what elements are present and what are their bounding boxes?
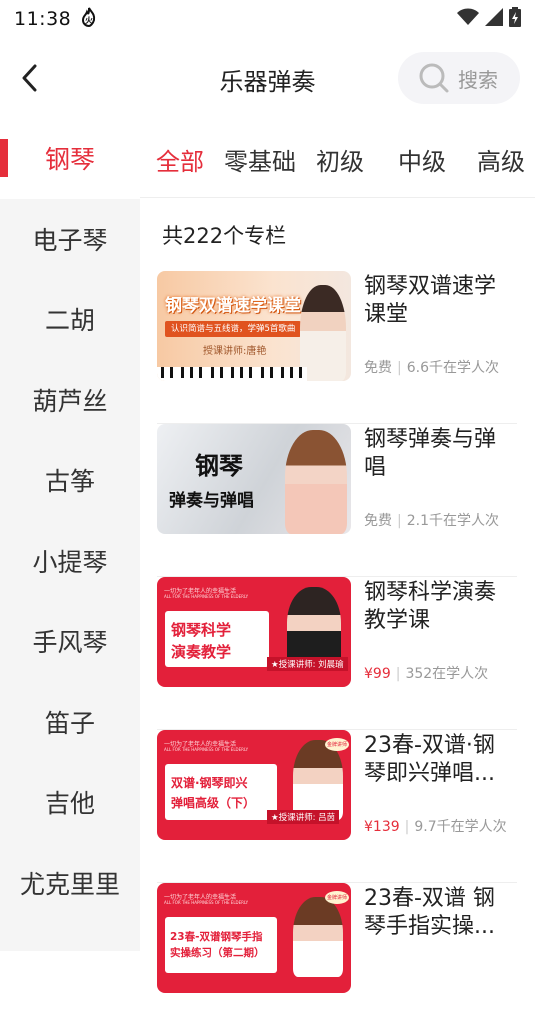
sidebar-item-label: 葫芦丝 bbox=[32, 386, 108, 416]
course-card[interactable]: 一切为了老年人的幸福生活 ALL FOR THE HAPPINESS OF TH… bbox=[157, 577, 517, 730]
tab-elementary[interactable]: 初级 bbox=[316, 142, 364, 177]
course-meta: ¥99 | 352在学人次 bbox=[364, 666, 489, 682]
teacher-photo bbox=[287, 587, 341, 667]
course-title: 钢琴弹奏与弹唱 bbox=[364, 427, 497, 480]
piano-keys-graphic bbox=[157, 367, 307, 381]
tab-intermediate[interactable]: 中级 bbox=[398, 142, 446, 177]
course-thumbnail: 一切为了老年人的幸福生活 ALL FOR THE HAPPINESS OF TH… bbox=[157, 883, 351, 993]
course-meta: ¥139 | 9.7千在学人次 bbox=[364, 819, 507, 835]
sidebar-item-label: 二胡 bbox=[44, 306, 95, 336]
teacher-photo bbox=[285, 430, 347, 534]
course-card[interactable]: 一切为了老年人的幸福生活 ALL FOR THE HAPPINESS OF TH… bbox=[157, 730, 517, 883]
sidebar-item-dizi[interactable]: 笛子 bbox=[0, 682, 140, 763]
thumb-teacher: ★授课讲师: 吕茵 bbox=[267, 810, 340, 824]
thumb-line1: 双谱·钢琴即兴 bbox=[171, 776, 248, 790]
course-title: 钢琴双谱速学课堂 bbox=[364, 274, 497, 327]
tab-all[interactable]: 全部 bbox=[156, 142, 204, 177]
sidebar-item-guitar[interactable]: 吉他 bbox=[0, 762, 140, 843]
thumb-line2: 弹奏与弹唱 bbox=[169, 491, 254, 511]
flame-icon: 火 bbox=[79, 7, 99, 32]
thumb-line2: 演奏教学 bbox=[171, 643, 232, 661]
course-title: 钢琴科学演奏教学课 bbox=[364, 580, 497, 633]
course-learners: 352在学人次 bbox=[405, 666, 489, 682]
search-button[interactable]: 搜索 bbox=[398, 52, 520, 104]
svg-text:火: 火 bbox=[85, 16, 94, 25]
sidebar-item-label: 古筝 bbox=[44, 467, 95, 497]
gold-teacher-badge: 金牌讲师 bbox=[325, 738, 350, 751]
category-sidebar: 钢琴 电子琴 二胡 葫芦丝 古筝 小提琴 手风琴 笛子 吉他 尤克里里 bbox=[0, 118, 140, 951]
course-meta: 免费 | 6.6千在学人次 bbox=[364, 360, 499, 376]
thumb-line1: 钢琴 bbox=[195, 452, 243, 480]
sidebar-item-label: 电子琴 bbox=[32, 225, 108, 255]
course-price: 免费 bbox=[364, 513, 392, 529]
course-title: 23春-双谱 钢琴手指实操... bbox=[364, 886, 495, 939]
thumb-teacher: ★授课讲师: 刘晨瑜 bbox=[267, 657, 348, 671]
course-card[interactable]: 一切为了老年人的幸福生活 ALL FOR THE HAPPINESS OF TH… bbox=[157, 883, 517, 1036]
course-price: ¥139 bbox=[364, 819, 400, 835]
sidebar-item-label: 尤克里里 bbox=[19, 869, 120, 899]
clock: 11:38 bbox=[14, 8, 72, 30]
thumb-subtitle: 认识简谱与五线谱，学弹5首歌曲 bbox=[165, 321, 302, 337]
gold-teacher-badge: 金牌讲师 bbox=[325, 891, 350, 904]
sidebar-item-more[interactable] bbox=[0, 923, 140, 951]
thumb-top-text-en: ALL FOR THE HAPPINESS OF THE ELDERLY bbox=[164, 594, 249, 599]
sidebar-item-erhu[interactable]: 二胡 bbox=[0, 279, 140, 360]
search-label: 搜索 bbox=[458, 67, 498, 92]
sidebar-item-accordion[interactable]: 手风琴 bbox=[0, 601, 140, 682]
course-price: 免费 bbox=[364, 360, 392, 376]
level-tabs: 全部 零基础 初级 中级 高级 bbox=[140, 118, 535, 198]
thumb-top-text-en: ALL FOR THE HAPPINESS OF THE ELDERLY bbox=[164, 747, 249, 752]
teacher-photo bbox=[293, 897, 343, 977]
thumb-line2: 弹唱高级（下） bbox=[171, 796, 256, 810]
course-learners: 2.1千在学人次 bbox=[406, 513, 499, 529]
thumb-headline: 钢琴双谱速学课堂 bbox=[165, 296, 301, 316]
tab-beginner-zero[interactable]: 零基础 bbox=[224, 142, 296, 177]
sidebar-item-hulusi[interactable]: 葫芦丝 bbox=[0, 360, 140, 441]
course-card[interactable]: 钢琴 弹奏与弹唱 钢琴弹奏与弹唱 免费 | 2.1千在学人次 bbox=[157, 424, 517, 577]
sidebar-item-piano[interactable]: 钢琴 bbox=[0, 118, 140, 199]
wifi-icon bbox=[457, 8, 479, 31]
tab-advanced[interactable]: 高级 bbox=[477, 142, 525, 177]
sidebar-item-label: 钢琴 bbox=[44, 145, 95, 175]
thumb-line1: 钢琴科学 bbox=[171, 621, 232, 639]
thumb-line2: 实操练习（第二期） bbox=[170, 947, 265, 959]
sidebar-item-guzheng[interactable]: 古筝 bbox=[0, 440, 140, 521]
sidebar-item-keyboard[interactable]: 电子琴 bbox=[0, 199, 140, 280]
sidebar-item-label: 笛子 bbox=[44, 708, 95, 738]
course-thumbnail: 钢琴 弹奏与弹唱 bbox=[157, 424, 351, 534]
course-thumbnail: 钢琴双谱速学课堂 认识简谱与五线谱，学弹5首歌曲 授课讲师:唐艳 bbox=[157, 271, 351, 381]
sidebar-item-label: 小提琴 bbox=[32, 547, 108, 577]
thumb-title-card bbox=[165, 764, 277, 820]
column-count: 共222个专栏 bbox=[162, 224, 287, 248]
thumb-line1: 23春-双谱钢琴手指 bbox=[170, 931, 263, 943]
status-bar: 11:38 火 bbox=[0, 0, 535, 38]
course-learners: 6.6千在学人次 bbox=[406, 360, 499, 376]
course-thumbnail: 一切为了老年人的幸福生活 ALL FOR THE HAPPINESS OF TH… bbox=[157, 730, 351, 840]
course-price: ¥99 bbox=[364, 666, 391, 682]
thumb-top-text-en: ALL FOR THE HAPPINESS OF THE ELDERLY bbox=[164, 900, 249, 905]
battery-icon bbox=[509, 6, 521, 32]
sidebar-item-violin[interactable]: 小提琴 bbox=[0, 521, 140, 602]
course-title: 23春-双谱·钢琴即兴弹唱... bbox=[364, 733, 495, 786]
thumb-teacher: 授课讲师:唐艳 bbox=[203, 346, 267, 357]
course-thumbnail: 一切为了老年人的幸福生活 ALL FOR THE HAPPINESS OF TH… bbox=[157, 577, 351, 687]
sidebar-item-label: 手风琴 bbox=[32, 628, 108, 658]
course-card[interactable]: 钢琴双谱速学课堂 认识简谱与五线谱，学弹5首歌曲 授课讲师:唐艳 钢琴双谱速学课… bbox=[157, 271, 517, 424]
course-meta: 免费 | 2.1千在学人次 bbox=[364, 513, 499, 529]
sidebar-item-ukulele[interactable]: 尤克里里 bbox=[0, 843, 140, 924]
back-button[interactable] bbox=[14, 60, 44, 96]
sidebar-item-label: 吉他 bbox=[44, 789, 95, 819]
chevron-left-icon bbox=[22, 64, 37, 92]
nav-bar: 乐器弹奏 搜索 bbox=[0, 38, 535, 118]
course-learners: 9.7千在学人次 bbox=[414, 819, 507, 835]
teacher-photo bbox=[293, 740, 343, 820]
signal-icon bbox=[485, 7, 503, 31]
search-icon bbox=[419, 63, 449, 93]
